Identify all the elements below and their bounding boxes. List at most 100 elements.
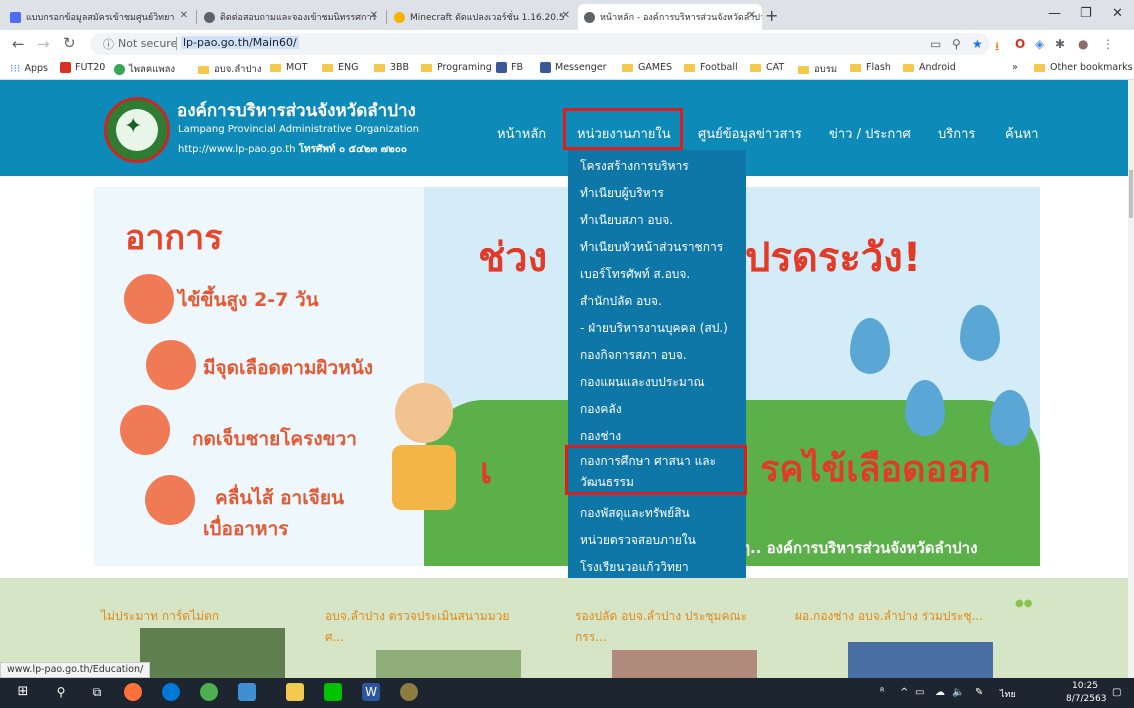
extensions-puzzle-icon[interactable]: ✱ (1055, 37, 1065, 51)
news-title[interactable]: อบจ.ลำปาง ตรวจประเมินสนามมวย (325, 607, 509, 626)
close-tab-icon[interactable]: ✕ (180, 10, 188, 21)
pen-icon[interactable]: ✎ (975, 687, 983, 698)
opera-icon[interactable]: O (1015, 37, 1025, 51)
extension-icon[interactable]: ◈ (1035, 37, 1044, 51)
bookmark-folder[interactable]: MOT (270, 62, 307, 73)
bookmark-folder[interactable]: ENG (322, 62, 358, 73)
bookmark-folder[interactable]: Football (684, 62, 738, 73)
more-bookmarks-button[interactable]: » (1012, 62, 1018, 73)
news-title[interactable]: ผอ.กองช่าง อบจ.ลำปาง ร่วมประชุ... (795, 607, 983, 626)
dropdown-item[interactable]: - ฝ่ายบริหารงานบุคคล (สป.) (580, 319, 728, 338)
profile-avatar-icon[interactable]: ● (1078, 37, 1088, 51)
nav-search[interactable]: ค้นหา (1005, 123, 1038, 144)
app-icon[interactable] (238, 683, 256, 701)
news-title[interactable]: รองปลัด อบจ.ลำปาง ประชุมคณะ (575, 607, 747, 626)
minimize-icon[interactable]: — (1048, 6, 1061, 21)
volume-icon[interactable]: 🔈 (952, 687, 964, 698)
dropdown-item[interactable]: กองกิจการสภา อบจ. (580, 346, 687, 365)
forward-icon[interactable]: → (37, 35, 50, 53)
bookmark-label: Messenger (555, 62, 607, 73)
firefox-icon[interactable] (124, 683, 142, 701)
close-tab-icon[interactable]: ✕ (748, 10, 756, 21)
download-icon[interactable]: ⭳ (995, 37, 999, 58)
dropdown-item[interactable]: โครงสร้างการบริหาร (580, 157, 689, 176)
clock-time[interactable]: 10:25 (1072, 681, 1098, 691)
dropdown-item[interactable]: โรงเรียนวอแก้ววิทยา (580, 558, 689, 577)
nav-home[interactable]: หน้าหลัก (497, 123, 546, 144)
network-icon[interactable]: ▭ (915, 687, 924, 698)
bookmark-item[interactable]: FUT20 (60, 62, 105, 73)
not-secure-label: Not secure (118, 37, 178, 50)
search-icon[interactable]: ⚲ (52, 683, 70, 701)
browser-tab[interactable]: Minecraft ดัดแปลงเวอร์ชั่น 1.16.20.5 ✕ (388, 4, 576, 30)
close-tab-icon[interactable]: ✕ (370, 10, 378, 21)
info-icon[interactable]: ⓘ (103, 36, 114, 52)
browser-tab-active[interactable]: หน้าหลัก - องค์การบริหารส่วนจังหวัดลำปาง… (578, 4, 762, 30)
dropdown-item[interactable]: กองแผนและงบประมาณ (580, 373, 705, 392)
onedrive-icon[interactable]: ☁ (935, 687, 945, 698)
clock-date[interactable]: 8/7/2563 (1066, 694, 1106, 704)
screen-cast-icon[interactable]: ▭ (930, 37, 941, 51)
task-view-icon[interactable]: ⧉ (88, 683, 106, 701)
dropdown-item[interactable]: หน่วยตรวจสอบภายใน (580, 531, 696, 550)
browser-tab[interactable]: ติดต่อสอบถามและจองเข้าชมนิทรรศการ ✕ (198, 4, 384, 30)
word-icon[interactable]: W (362, 683, 380, 701)
windows-start-icon[interactable]: ⊞ (14, 683, 32, 701)
news-thumbnail[interactable] (612, 650, 757, 678)
zoom-icon[interactable]: ⚲ (952, 37, 961, 51)
bookmark-folder[interactable]: GAMES (622, 62, 672, 73)
chrome-icon[interactable] (200, 683, 218, 701)
news-thumbnail[interactable] (376, 650, 521, 678)
notifications-icon[interactable]: ▢ (1112, 687, 1121, 698)
file-explorer-icon[interactable] (286, 683, 304, 701)
bookmark-apps[interactable]: ⁝⁝⁝ Apps (10, 62, 48, 75)
new-tab-button[interactable]: + (765, 6, 778, 25)
bookmark-star-icon[interactable]: ★ (972, 37, 983, 51)
other-bookmarks-folder[interactable]: Other bookmarks (1034, 62, 1133, 73)
dropdown-item[interactable]: กองพัสดุและทรัพย์สิน (580, 504, 690, 523)
bookmark-folder[interactable]: Programing (421, 62, 492, 73)
tray-expand-icon[interactable]: ^ (900, 687, 908, 698)
scrollbar-thumb[interactable] (1129, 170, 1133, 218)
back-icon[interactable]: ← (12, 35, 25, 53)
browser-tab[interactable]: แบบกรอกข้อมูลสมัครเข้าชมศูนย์วิทยา ✕ (4, 4, 194, 30)
dropdown-item[interactable]: กองคลัง (580, 400, 622, 419)
url-text[interactable]: lp-pao.go.th/Main60/ (181, 36, 299, 49)
close-window-icon[interactable]: ✕ (1112, 6, 1123, 21)
news-thumbnail[interactable] (140, 628, 285, 678)
bookmark-folder[interactable]: อบจ.ลำปาง (198, 62, 261, 77)
dropdown-item[interactable]: ทำเนียบผู้บริหาร (580, 184, 664, 203)
dropdown-item[interactable]: สำนักปลัด อบจ. (580, 292, 662, 311)
people-icon[interactable]: ᴿ (880, 687, 884, 698)
nav-news[interactable]: ข่าว / ประกาศ (829, 123, 911, 144)
line-icon[interactable] (324, 683, 342, 701)
bookmark-item[interactable]: FB (496, 62, 523, 73)
bookmark-item[interactable]: Messenger (540, 62, 607, 73)
news-title[interactable]: ศ... (325, 628, 344, 647)
dropdown-item[interactable]: เบอร์โทรศัพท์ ส.อบจ. (580, 265, 690, 284)
restore-icon[interactable]: ❐ (1080, 6, 1092, 21)
dropdown-item[interactable]: กองช่าง (580, 427, 621, 446)
news-title[interactable]: กรร... (575, 628, 607, 647)
rooster-icon: ✦ (124, 114, 143, 139)
language-indicator[interactable]: ไทย (1000, 687, 1016, 701)
news-thumbnail[interactable] (848, 642, 993, 678)
menu-icon[interactable]: ⋮ (1102, 37, 1114, 51)
edge-icon[interactable] (162, 683, 180, 701)
dropdown-item[interactable]: ทำเนียบหัวหน้าส่วนราชการ (580, 238, 723, 257)
news-title[interactable]: ไม่ประมาท การ์ดไม่ตก (101, 607, 219, 626)
app-icon[interactable] (400, 683, 418, 701)
bookmark-folder[interactable]: Flash (850, 62, 891, 73)
carousel-dots[interactable]: ●● (1015, 598, 1032, 609)
dropdown-item[interactable]: ทำเนียบสภา อบจ. (580, 211, 673, 230)
nav-info-center[interactable]: ศูนย์ข้อมูลข่าวสาร (698, 123, 802, 144)
bookmark-folder[interactable]: อบรม (798, 62, 837, 77)
bookmark-item[interactable]: ไพลคแพลง (114, 62, 175, 77)
bookmark-folder[interactable]: Android (903, 62, 956, 73)
symptom-text: กดเจ็บชายโครงขวา (192, 428, 357, 450)
reload-icon[interactable]: ↻ (63, 34, 76, 52)
bookmark-folder[interactable]: 3BB (374, 62, 409, 73)
bookmark-folder[interactable]: CAT (750, 62, 784, 73)
close-tab-icon[interactable]: ✕ (562, 10, 570, 21)
nav-services[interactable]: บริการ (938, 123, 975, 144)
